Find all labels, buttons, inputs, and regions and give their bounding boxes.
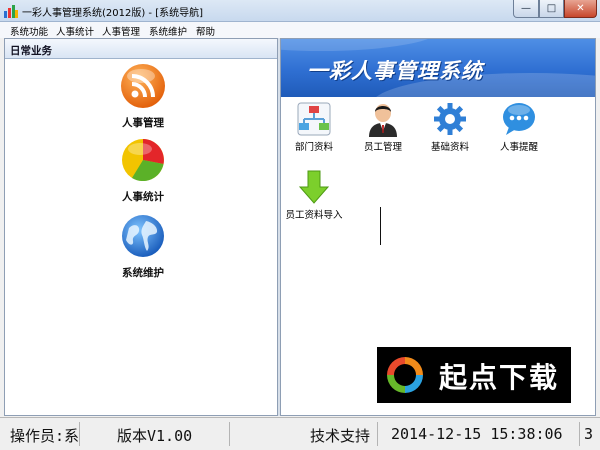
watermark-text: 起点下载: [439, 361, 560, 394]
system-banner: 一彩人事管理系统: [281, 39, 595, 97]
status-extra-text: 3: [584, 425, 594, 443]
menu-system-functions[interactable]: 系统功能: [10, 24, 48, 38]
status-support-text: 技术支持: [310, 427, 371, 445]
window-title: 一彩人事管理系统(2012版) - [系统导航]: [22, 8, 204, 19]
download-arrow-icon: [298, 170, 330, 204]
pie-chart-icon: [122, 139, 164, 182]
status-bar: 操作员:系 版本V1.00 技术支持 2014-12-15 15:38:06 3: [0, 417, 600, 450]
nav-label-hr-management: 人事管理: [122, 117, 164, 129]
status-extra: 3: [580, 422, 600, 446]
nav-item-system-maintenance[interactable]: 系统维护: [83, 213, 203, 283]
nav-label-system-maintenance: 系统维护: [122, 267, 164, 279]
status-support: 技术支持: [230, 422, 378, 446]
left-panel-title: 日常业务: [10, 45, 52, 57]
watermark-logo: 起点下载: [377, 347, 571, 403]
tool-label-basic-info: 基础资料: [430, 142, 469, 153]
menu-system-maintenance[interactable]: 系统维护: [149, 24, 187, 38]
tool-employee-management[interactable]: 员工管理: [353, 101, 413, 157]
globe-icon: [122, 215, 164, 257]
menu-bar: 系统功能 人事统计 人事管理 系统维护 帮助: [0, 22, 600, 38]
nav-label-hr-statistics: 人事统计: [122, 191, 164, 203]
nav-item-hr-management[interactable]: 人事管理: [83, 63, 203, 133]
tool-label-employee-management: 员工管理: [363, 142, 402, 153]
employee-icon: [369, 104, 397, 137]
tool-basic-info[interactable]: 基础资料: [420, 101, 480, 157]
tool-label-hr-reminder: 人事提醒: [499, 142, 538, 153]
refresh-arrows-icon: [387, 357, 423, 393]
tool-department-info[interactable]: 部门资料: [284, 101, 344, 157]
minimize-button[interactable]: —: [513, 0, 539, 18]
gear-icon: [434, 103, 466, 135]
menu-hr-statistics[interactable]: 人事统计: [56, 24, 94, 38]
close-button[interactable]: ✕: [564, 0, 597, 18]
banner-title: 一彩人事管理系统: [307, 59, 483, 83]
tool-label-department-info: 部门资料: [294, 142, 333, 153]
chat-bubble-icon: [503, 103, 535, 135]
status-version: 版本V1.00: [80, 422, 230, 446]
right-panel: 一彩人事管理系统 部门资料 员工管理 基础资料 人事提醒 员工资料导入 起点下载: [280, 38, 596, 416]
status-operator-text: 操作员:系: [10, 427, 80, 445]
nav-item-hr-statistics[interactable]: 人事统计: [83, 137, 203, 207]
org-chart-icon: [297, 102, 331, 136]
rss-icon: [121, 64, 165, 108]
tool-employee-import[interactable]: 员工资料导入: [284, 169, 344, 225]
status-datetime: 2014-12-15 15:38:06: [378, 422, 580, 446]
left-panel-header: 日常业务: [5, 39, 277, 59]
tool-hr-reminder[interactable]: 人事提醒: [489, 101, 549, 157]
tool-label-employee-import: 员工资料导入: [285, 210, 343, 221]
status-operator: 操作员:系: [0, 422, 80, 446]
title-bar: 一彩人事管理系统(2012版) - [系统导航] — □ ✕: [0, 0, 600, 22]
menu-help[interactable]: 帮助: [196, 24, 215, 38]
status-version-text: 版本V1.00: [117, 427, 193, 445]
left-panel: 日常业务 人事管理 人事统计 系统维护: [4, 38, 278, 416]
status-datetime-text: 2014-12-15 15:38:06: [391, 425, 563, 443]
maximize-button[interactable]: □: [539, 0, 564, 18]
app-icon: [4, 5, 18, 18]
menu-hr-management[interactable]: 人事管理: [102, 24, 140, 38]
text-cursor: [380, 207, 381, 245]
